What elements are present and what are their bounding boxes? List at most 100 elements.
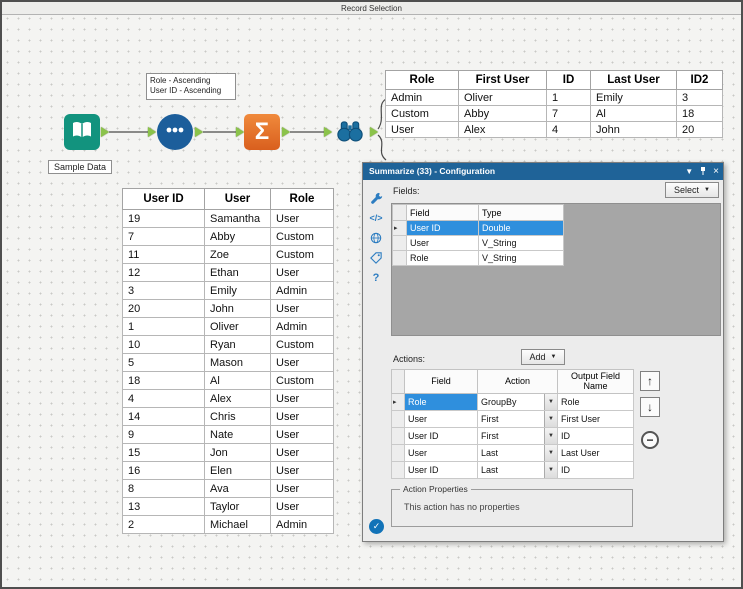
table-cell: User (270, 407, 334, 426)
output-field-cell[interactable]: Last User (557, 444, 634, 462)
action-dropdown[interactable]: GroupBy ▼ (479, 394, 557, 410)
action-dropdown[interactable]: First ▼ (479, 428, 557, 444)
move-down-button[interactable]: ↓ (640, 397, 660, 417)
output-field-cell[interactable]: First User (557, 410, 634, 428)
help-icon[interactable]: ? (368, 270, 384, 286)
output-field-cell[interactable]: Role (557, 393, 634, 411)
chevron-down-icon[interactable]: ▼ (544, 428, 557, 444)
input-data-table: User ID User Role 19 Samantha User 7 Abby Custom… (122, 188, 334, 534)
output-anchor[interactable] (282, 127, 290, 137)
summarize-tool[interactable]: Σ (244, 114, 280, 150)
action-field-cell[interactable]: Role (404, 393, 478, 411)
action-properties-group: Action Properties This action has no pro… (391, 484, 633, 527)
action-dropdown-cell[interactable]: First ▼ (477, 410, 558, 428)
field-row[interactable]: Role V_String (392, 250, 564, 266)
wrench-icon[interactable] (368, 190, 384, 206)
action-field-cell[interactable]: User (404, 410, 478, 428)
output-anchor[interactable] (370, 127, 378, 137)
table-cell: 1 (122, 317, 205, 336)
action-field-cell[interactable]: User (404, 444, 478, 462)
input-anchor[interactable] (236, 127, 244, 137)
table-cell: Admin (270, 317, 334, 336)
action-field-cell[interactable]: User ID (404, 461, 478, 479)
action-row[interactable]: User Last ▼ Last User (391, 444, 634, 462)
field-row[interactable]: User V_String (392, 235, 564, 251)
chevron-down-icon[interactable]: ▼ (544, 411, 557, 427)
row-selector[interactable] (392, 235, 407, 251)
row-selector[interactable] (391, 444, 405, 462)
sort-annotation[interactable]: Role - Ascending User ID - Ascending (146, 73, 236, 100)
move-up-button[interactable]: ↑ (640, 371, 660, 391)
output-anchor[interactable] (101, 127, 109, 137)
grid-cell[interactable]: User ID (406, 220, 479, 236)
row-selector[interactable]: ▸ (392, 220, 407, 236)
table-row: 4 Alex User (122, 389, 334, 408)
table-cell: Oliver (204, 317, 271, 336)
output-field-cell[interactable]: ID (557, 427, 634, 445)
output-anchor[interactable] (195, 127, 203, 137)
action-dropdown-value: First (481, 431, 499, 441)
code-icon[interactable]: </> (368, 210, 384, 226)
action-dropdown-cell[interactable]: GroupBy ▼ (477, 393, 558, 411)
header-row: User ID User Role (122, 188, 334, 210)
action-dropdown[interactable]: Last ▼ (479, 462, 557, 478)
row-selector[interactable]: ▸ (391, 393, 405, 411)
chevron-down-icon[interactable]: ▼ (544, 462, 557, 478)
output-field-cell[interactable]: ID (557, 461, 634, 479)
sort-tool[interactable] (157, 114, 193, 150)
field-row[interactable]: ▸ User ID Double (392, 220, 564, 236)
action-field-cell[interactable]: User ID (404, 427, 478, 445)
action-dropdown-cell[interactable]: Last ▼ (477, 461, 558, 479)
row-selector[interactable] (392, 250, 407, 266)
input-anchor[interactable] (148, 127, 156, 137)
row-selector[interactable] (391, 461, 405, 479)
globe-icon[interactable] (368, 230, 384, 246)
action-row[interactable]: User ID First ▼ ID (391, 427, 634, 445)
table-cell: 20 (122, 299, 205, 318)
add-button[interactable]: Add ▼ (521, 349, 565, 365)
table-cell: 9 (122, 425, 205, 444)
chevron-down-icon: ▼ (550, 354, 557, 360)
input-anchor[interactable] (324, 127, 332, 137)
chevron-down-icon[interactable]: ▼ (544, 445, 557, 461)
remove-action-button[interactable]: − (641, 431, 659, 449)
panel-titlebar[interactable]: Summarize (33) - Configuration (363, 163, 723, 180)
action-dropdown[interactable]: Last ▼ (479, 445, 557, 461)
window-title: Record Selection (2, 2, 741, 15)
action-row[interactable]: User ID Last ▼ ID (391, 461, 634, 479)
row-selector[interactable] (391, 427, 405, 445)
table-row: 2 Michael Admin (122, 515, 334, 534)
select-button-label: Select (674, 185, 700, 195)
pin-icon[interactable] (699, 166, 707, 178)
grid-cell[interactable]: V_String (478, 250, 564, 266)
column-header: Field (404, 369, 478, 394)
table-cell: Al (204, 371, 271, 390)
action-row[interactable]: ▸ Role GroupBy ▼ Role (391, 393, 634, 411)
grid-cell[interactable]: Role (406, 250, 479, 266)
table-row: 15 Jon User (122, 443, 334, 462)
table-row: 20 John User (122, 299, 334, 318)
grid-cell[interactable]: User (406, 235, 479, 251)
input-data-tool[interactable] (64, 114, 100, 150)
action-dropdown-cell[interactable]: First ▼ (477, 427, 558, 445)
book-icon (70, 118, 94, 147)
row-selector[interactable] (391, 410, 405, 428)
grid-cell[interactable]: Double (478, 220, 564, 236)
table-cell: Al (590, 105, 677, 122)
column-header: Output Field Name (557, 369, 634, 394)
tool-annotation[interactable]: Sample Data (48, 160, 113, 174)
select-button[interactable]: Select ▼ (665, 182, 719, 198)
tag-icon[interactable] (368, 250, 384, 266)
close-icon[interactable]: × (713, 166, 719, 177)
action-row[interactable]: User First ▼ First User (391, 410, 634, 428)
chevron-down-icon[interactable]: ▼ (685, 167, 693, 176)
table-cell: Custom (270, 371, 334, 390)
action-dropdown-cell[interactable]: Last ▼ (477, 444, 558, 462)
table-row: 10 Ryan Custom (122, 335, 334, 354)
grid-cell[interactable]: V_String (478, 235, 564, 251)
action-dropdown[interactable]: First ▼ (479, 411, 557, 427)
panel-tool-strip: </> ? (363, 180, 389, 541)
chevron-down-icon[interactable]: ▼ (544, 394, 557, 410)
browse-tool[interactable] (332, 114, 368, 150)
column-header: Role (385, 70, 459, 90)
